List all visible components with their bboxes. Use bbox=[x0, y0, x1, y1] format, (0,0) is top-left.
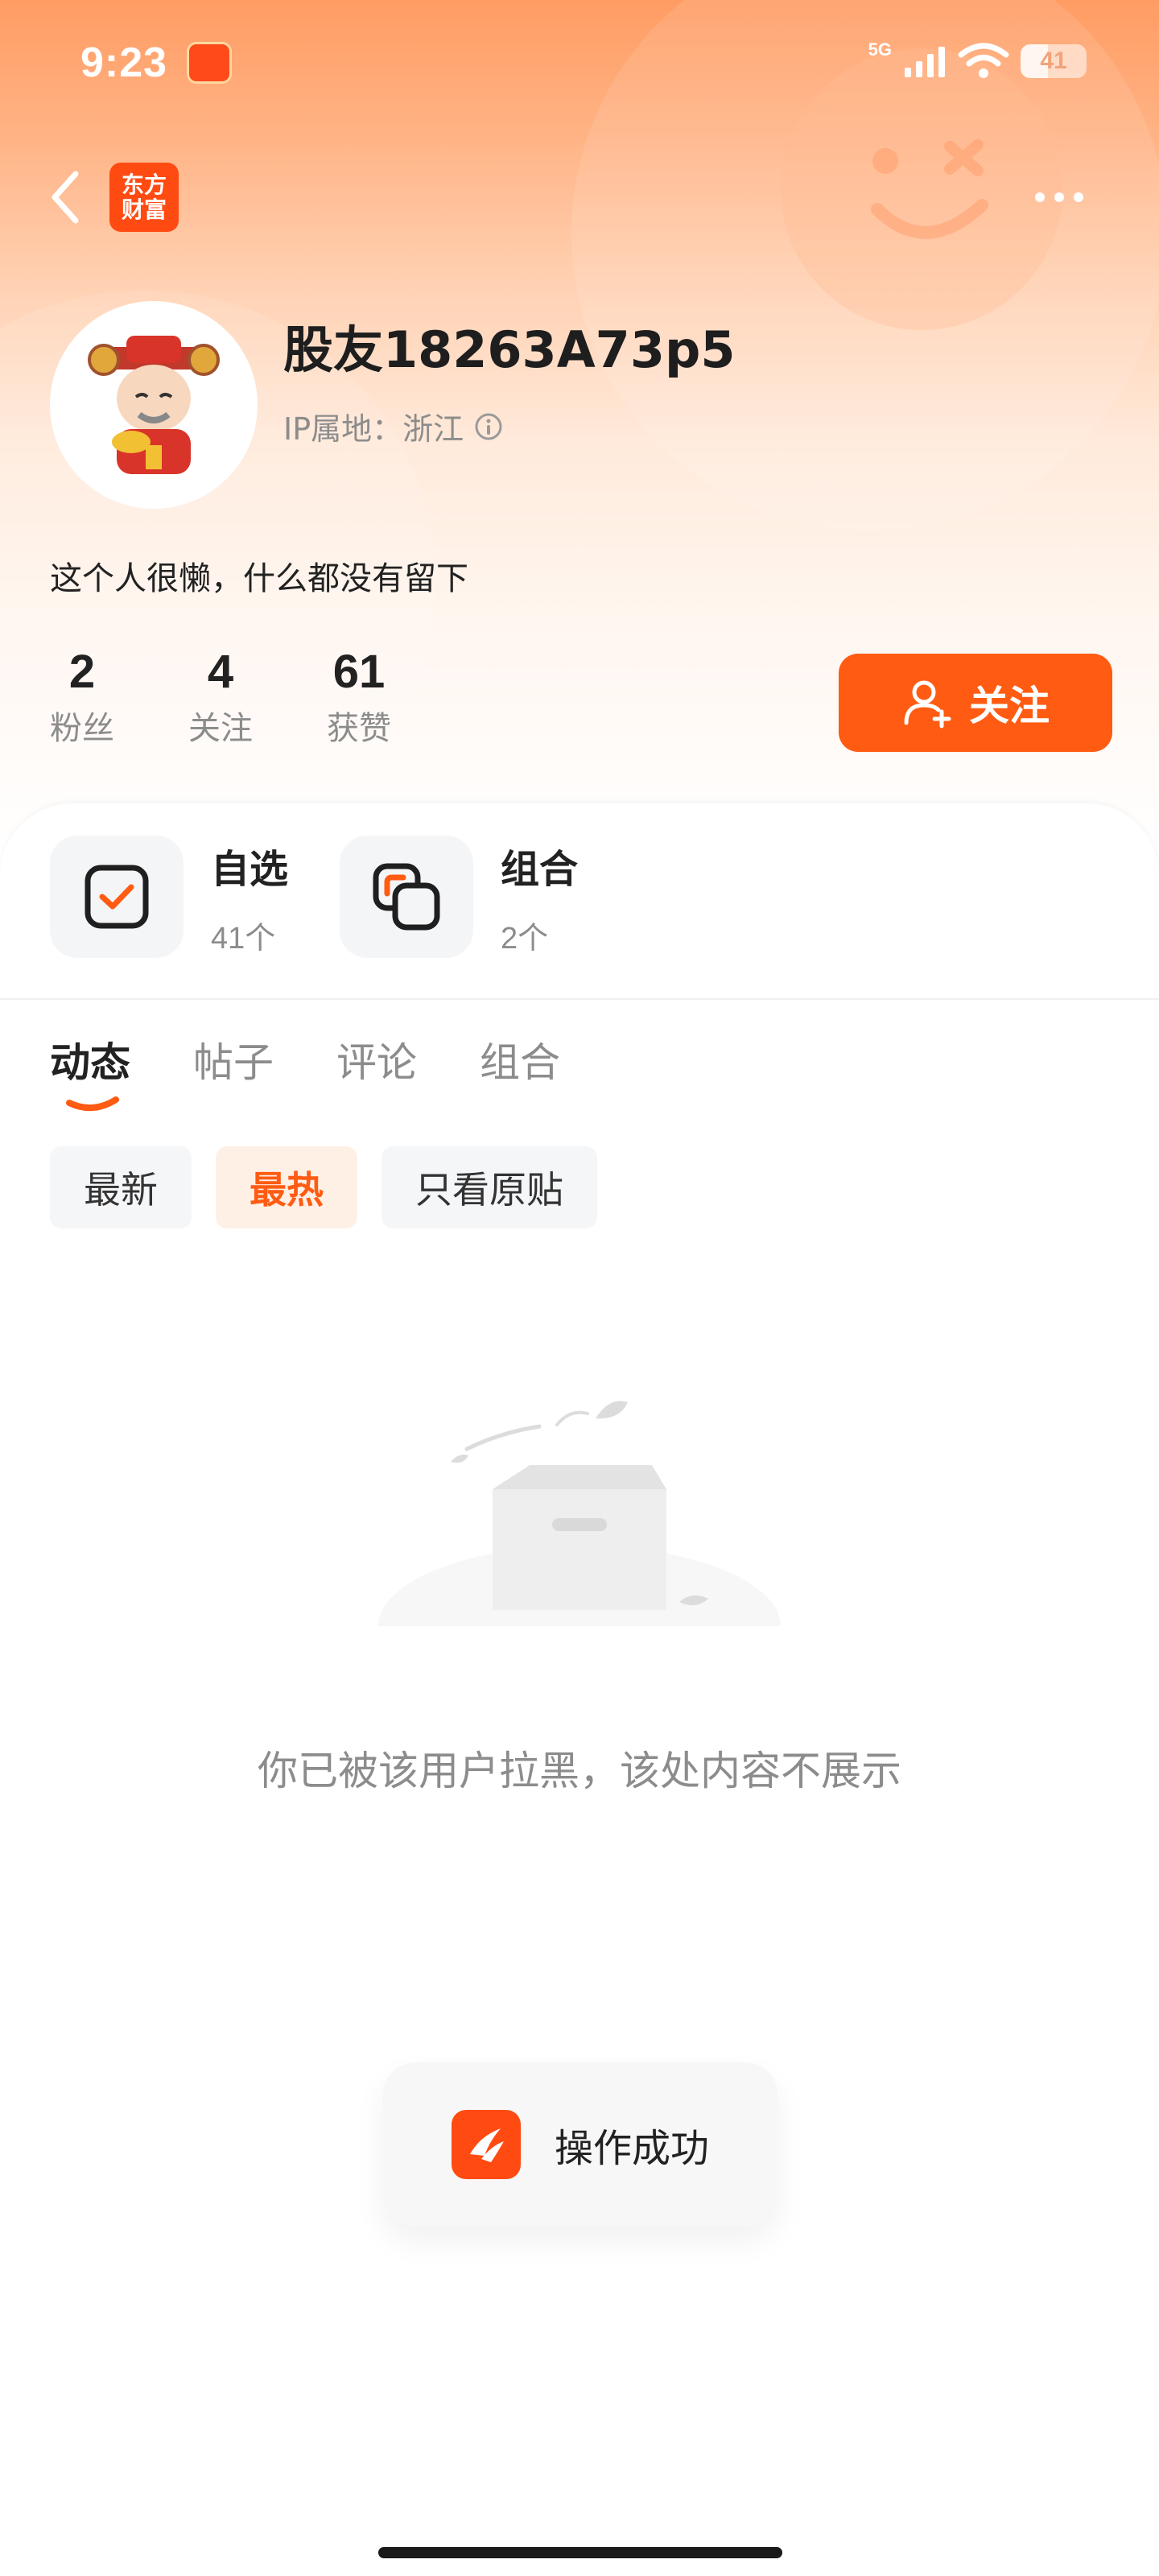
filter-chips: 最新 最热 只看原贴 bbox=[50, 1146, 597, 1228]
follow-button-label: 关注 bbox=[969, 683, 1050, 729]
stats-row: 2 粉丝 4 关注 61 获赞 bbox=[50, 644, 465, 749]
tab-activity[interactable]: 动态 bbox=[50, 1030, 130, 1111]
signal-icon bbox=[905, 47, 945, 77]
content-tabs: 动态 帖子 评论 组合 bbox=[50, 1030, 560, 1111]
brand-logo-line1: 东方 bbox=[121, 171, 167, 198]
app-logo-icon bbox=[451, 2110, 521, 2179]
status-indicators: 5G 41 bbox=[868, 39, 1087, 80]
portfolio-count: 2个 bbox=[501, 921, 549, 956]
stat-value: 2 bbox=[68, 646, 96, 698]
filter-original-only[interactable]: 只看原贴 bbox=[382, 1146, 597, 1228]
stat-fans[interactable]: 2 粉丝 bbox=[50, 644, 114, 749]
username: 股友18263A73p5 bbox=[283, 320, 736, 379]
stat-label: 关注 bbox=[188, 710, 253, 747]
more-menu-icon[interactable] bbox=[1035, 185, 1099, 209]
tab-posts[interactable]: 帖子 bbox=[193, 1030, 274, 1088]
watchlist-count: 41个 bbox=[211, 921, 276, 956]
battery-level: 41 bbox=[1040, 47, 1067, 74]
ip-location-row: IP属地：浙江 bbox=[283, 404, 504, 448]
back-arrow-icon[interactable] bbox=[47, 169, 87, 225]
filter-hottest[interactable]: 最热 bbox=[216, 1146, 357, 1228]
info-icon[interactable] bbox=[473, 411, 504, 442]
brand-logo-line2: 财富 bbox=[121, 196, 167, 223]
wifi-icon bbox=[958, 43, 1009, 78]
divider bbox=[0, 998, 1159, 1000]
ip-location: IP属地：浙江 bbox=[283, 411, 464, 447]
empty-box-illustration bbox=[354, 1401, 805, 1658]
filter-latest[interactable]: 最新 bbox=[50, 1146, 192, 1228]
home-indicator[interactable] bbox=[378, 2547, 782, 2558]
follow-button[interactable]: 关注 bbox=[839, 654, 1112, 752]
watchlist-title: 自选 bbox=[211, 846, 289, 892]
toast: 操作成功 bbox=[383, 2062, 777, 2227]
decorative-smile-icon bbox=[871, 139, 988, 239]
stat-likes[interactable]: 61 获赞 bbox=[327, 644, 391, 749]
status-time: 9:23 bbox=[80, 39, 168, 86]
portfolio-title: 组合 bbox=[501, 846, 579, 892]
network-type: 5G bbox=[868, 39, 892, 60]
bio-text: 这个人很懒，什么都没有留下 bbox=[50, 560, 468, 597]
notification-app-icon bbox=[187, 42, 232, 84]
tab-label: 动态 bbox=[50, 1039, 130, 1086]
battery-indicator: 41 bbox=[1021, 44, 1087, 78]
stat-value: 61 bbox=[332, 646, 386, 698]
avatar-image bbox=[88, 336, 220, 474]
stat-value: 4 bbox=[207, 646, 234, 698]
active-tab-indicator bbox=[66, 1096, 119, 1111]
tab-comments[interactable]: 评论 bbox=[336, 1030, 417, 1088]
portfolio-icon bbox=[340, 836, 473, 958]
tab-portfolios[interactable]: 组合 bbox=[480, 1030, 560, 1088]
add-user-icon bbox=[904, 680, 951, 729]
stat-following[interactable]: 4 关注 bbox=[188, 644, 253, 749]
watchlist-shortcut[interactable]: 自选 41个 bbox=[50, 836, 288, 958]
stat-label: 获赞 bbox=[327, 710, 391, 747]
empty-state-message: 你已被该用户拉黑，该处内容不展示 bbox=[258, 1748, 901, 1794]
toast-message: 操作成功 bbox=[554, 2126, 709, 2171]
avatar[interactable] bbox=[50, 301, 258, 509]
portfolio-shortcut[interactable]: 组合 2个 bbox=[340, 836, 578, 958]
brand-logo: 东方 财富 bbox=[109, 163, 179, 232]
watchlist-icon bbox=[50, 836, 184, 958]
stat-label: 粉丝 bbox=[50, 710, 114, 747]
